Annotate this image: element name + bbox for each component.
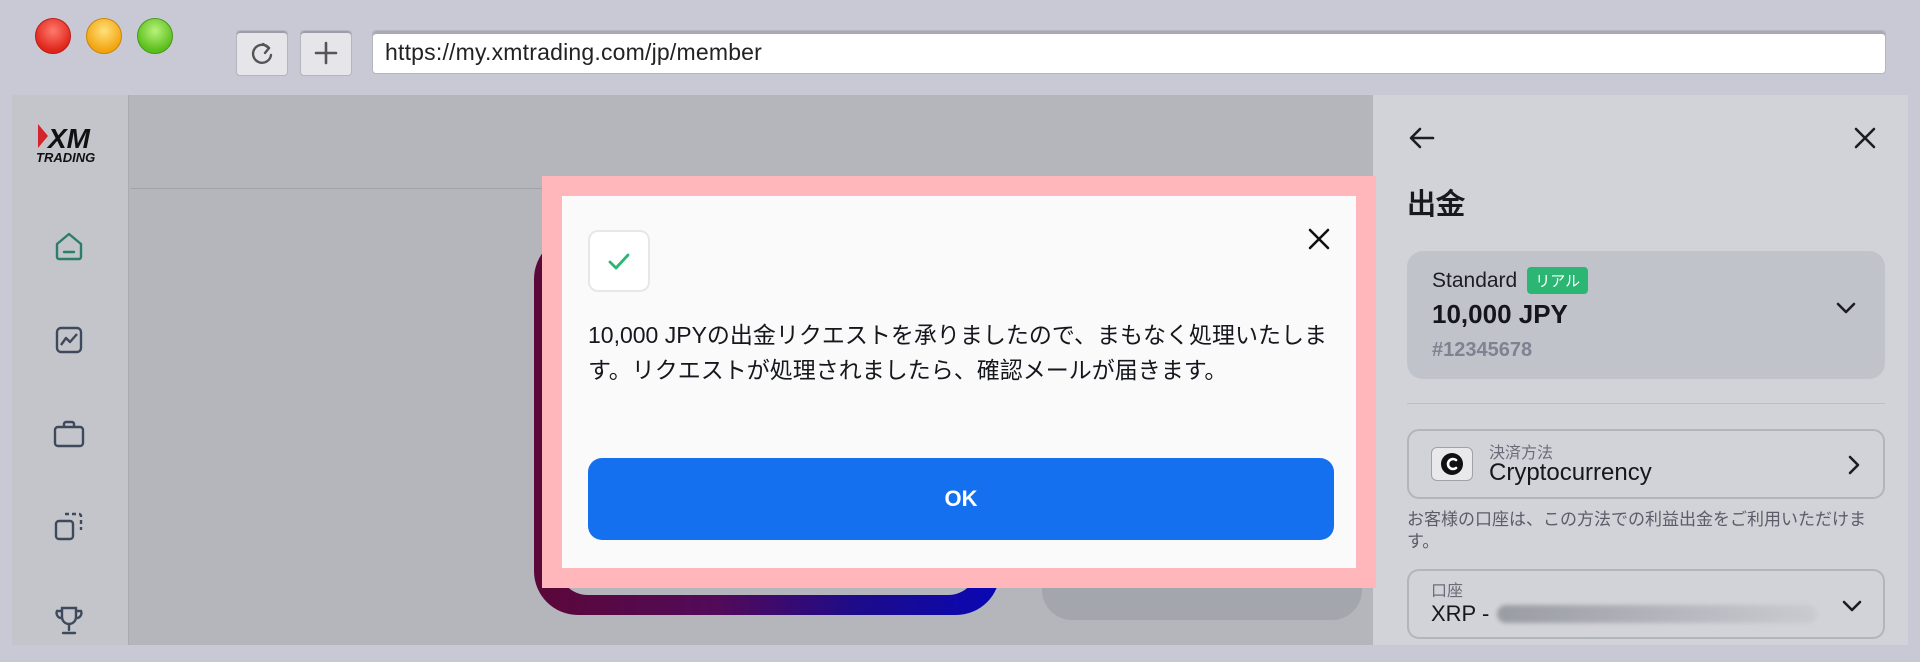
- drawer-title: 出金: [1407, 189, 1466, 221]
- arrow-left-icon: [1409, 127, 1435, 149]
- back-button[interactable]: [1405, 121, 1439, 155]
- window-close-button[interactable]: [35, 18, 71, 54]
- account-chevron-down-icon: [1833, 295, 1859, 326]
- checkmark-icon: [608, 253, 630, 270]
- chevron-right-icon: [1841, 453, 1865, 482]
- wallet-address-redacted: [1497, 605, 1818, 623]
- payment-method-value: Cryptocurrency: [1489, 459, 1652, 486]
- sidebar-item-copy-trading[interactable]: [50, 507, 88, 545]
- top-bar: [130, 95, 1376, 189]
- account-selector[interactable]: Standard リアル 10,000 JPY #12345678: [1407, 251, 1885, 379]
- withdrawal-drawer: 出金 Standard リアル 10,000 JPY #12345678 決済方…: [1373, 95, 1908, 645]
- trophy-icon: [55, 606, 83, 635]
- window-maximize-button[interactable]: [137, 18, 173, 54]
- account-balance: 10,000 JPY: [1432, 299, 1568, 329]
- cryptocurrency-icon: [1431, 447, 1473, 481]
- reload-icon: [251, 42, 273, 64]
- sidebar-item-portfolio[interactable]: [50, 415, 88, 453]
- success-check-badge: [588, 230, 650, 292]
- new-tab-button[interactable]: [300, 30, 352, 76]
- wallet-selector[interactable]: 口座 XRP -: [1407, 569, 1885, 639]
- payment-method-note: お客様の口座は、この方法での利益出金をご利用いただけます。: [1407, 510, 1866, 551]
- url-bar[interactable]: https://my.xmtrading.com/jp/member: [372, 30, 1886, 74]
- modal-message: 10,000 JPYの出金リクエストを承りましたので、まもなく処理いたします。リ…: [588, 322, 1327, 383]
- drawer-close-button[interactable]: [1848, 121, 1882, 155]
- modal-close-button[interactable]: [1304, 224, 1334, 254]
- account-type-label: Standard: [1432, 268, 1518, 292]
- svg-text:TRADING: TRADING: [36, 150, 95, 165]
- plus-icon: [314, 41, 338, 65]
- xm-logo[interactable]: XM TRADING: [34, 120, 108, 166]
- close-icon: [1308, 228, 1330, 250]
- sidebar-item-home[interactable]: [50, 227, 88, 265]
- wallet-prefix: XRP -: [1431, 601, 1490, 626]
- chart-icon: [55, 326, 83, 354]
- briefcase-icon: [53, 420, 85, 448]
- wallet-chevron-down-icon: [1839, 593, 1865, 624]
- wallet-label: 口座: [1431, 583, 1464, 600]
- url-text: https://my.xmtrading.com/jp/member: [385, 38, 763, 65]
- divider: [1407, 403, 1885, 404]
- sidebar: XM TRADING: [12, 95, 129, 645]
- browser-chrome: https://my.xmtrading.com/jp/member: [0, 0, 1920, 95]
- copy-icon: [54, 512, 83, 541]
- account-number: #12345678: [1432, 339, 1533, 361]
- account-type: Standard リアル: [1432, 267, 1589, 294]
- ok-button[interactable]: OK: [588, 458, 1334, 540]
- close-icon: [1854, 127, 1876, 149]
- wallet-value: XRP -: [1431, 601, 1818, 627]
- sidebar-item-rewards[interactable]: [50, 601, 88, 639]
- home-icon: [55, 232, 83, 261]
- sidebar-item-charts[interactable]: [50, 321, 88, 359]
- confirmation-modal: 10,000 JPYの出金リクエストを承りましたので、まもなく処理いたします。リ…: [562, 196, 1356, 568]
- reload-button[interactable]: [236, 30, 288, 76]
- window-minimize-button[interactable]: [86, 18, 122, 54]
- payment-method-selector[interactable]: 決済方法 Cryptocurrency: [1407, 429, 1885, 499]
- account-real-badge: リアル: [1527, 267, 1589, 294]
